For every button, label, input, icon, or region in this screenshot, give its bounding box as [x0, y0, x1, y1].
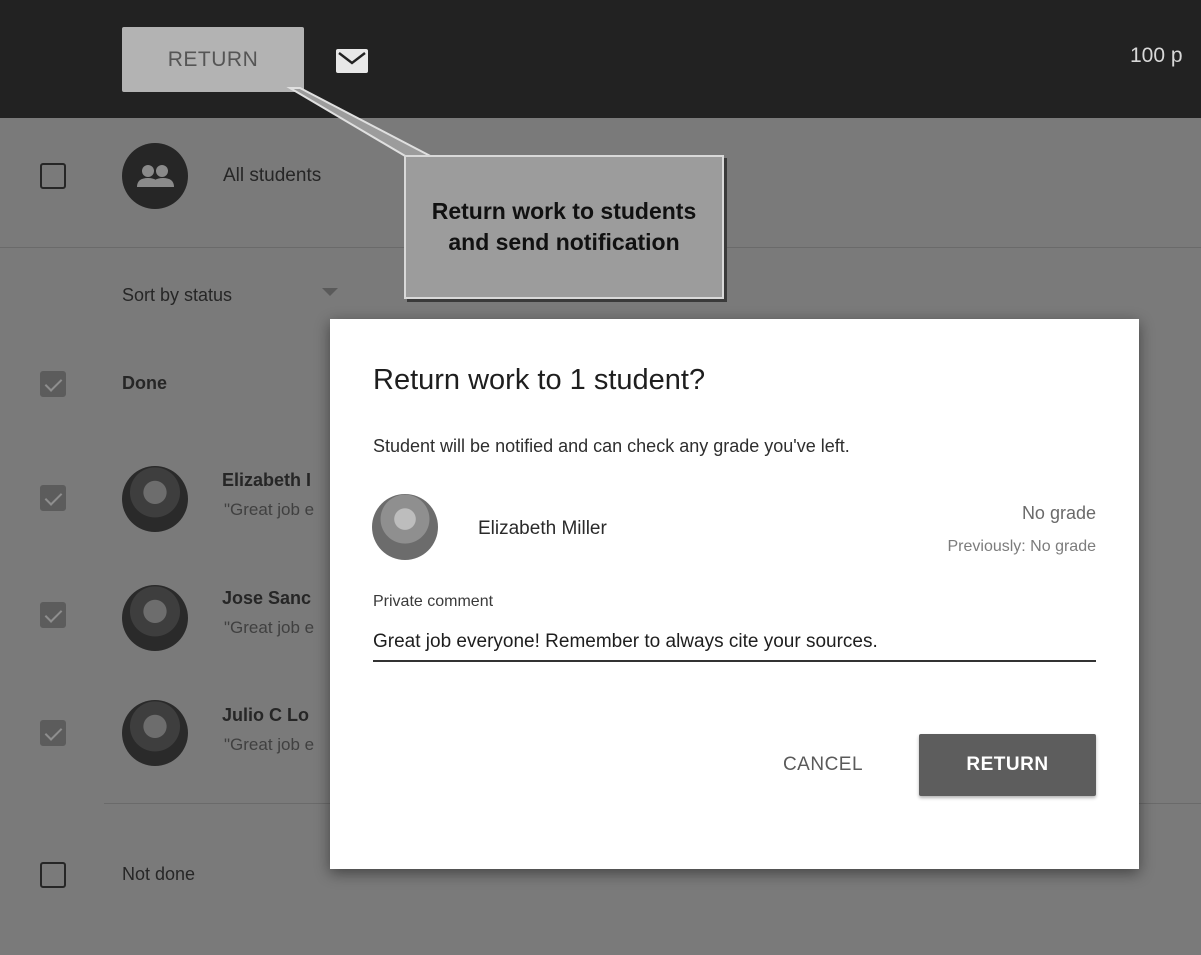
student-avatar — [122, 466, 188, 532]
sort-dropdown-label[interactable]: Sort by status — [122, 285, 232, 306]
private-comment-label: Private comment — [373, 593, 494, 610]
grade-value: No grade — [1021, 503, 1096, 523]
student-checkbox[interactable] — [40, 602, 66, 628]
cancel-button[interactable]: CANCEL — [763, 734, 883, 796]
student-checkbox[interactable] — [40, 485, 66, 511]
student-comment: "Great job e — [224, 618, 315, 637]
all-students-label: All students — [223, 165, 322, 186]
top-toolbar: RETURN 100 p — [0, 0, 1201, 118]
dialog-description: Student will be notified and can check a… — [373, 436, 850, 456]
dropdown-arrow-icon[interactable] — [322, 288, 338, 296]
done-checkbox[interactable] — [40, 371, 66, 397]
done-label: Done — [122, 373, 167, 393]
points-label: 100 p — [1130, 44, 1183, 67]
student-checkbox[interactable] — [40, 720, 66, 746]
student-avatar — [372, 494, 438, 560]
student-name: Elizabeth Miller — [478, 518, 607, 539]
student-avatar — [122, 585, 188, 651]
not-done-checkbox[interactable] — [40, 862, 66, 888]
private-comment-input[interactable] — [373, 624, 1096, 662]
callout-annotation: Return work to students and send notific… — [404, 155, 724, 299]
student-comment: "Great job e — [224, 500, 315, 519]
not-done-label: Not done — [122, 864, 196, 884]
student-name[interactable]: Elizabeth I — [222, 470, 311, 491]
dialog-title: Return work to 1 student? — [373, 364, 706, 396]
return-button[interactable]: RETURN — [122, 27, 304, 92]
return-confirm-button[interactable]: RETURN — [919, 734, 1096, 796]
student-comment: "Great job e — [224, 735, 315, 754]
select-all-checkbox[interactable] — [40, 163, 66, 189]
group-icon — [137, 165, 174, 187]
previous-grade: Previously: No grade — [947, 538, 1096, 555]
student-avatar — [122, 700, 188, 766]
mail-icon[interactable] — [335, 48, 369, 74]
all-students-avatar — [122, 143, 188, 209]
student-name[interactable]: Jose Sanc — [222, 588, 311, 609]
student-name[interactable]: Julio C Lo — [222, 705, 309, 726]
return-dialog: Return work to 1 student? Student will b… — [330, 319, 1139, 869]
